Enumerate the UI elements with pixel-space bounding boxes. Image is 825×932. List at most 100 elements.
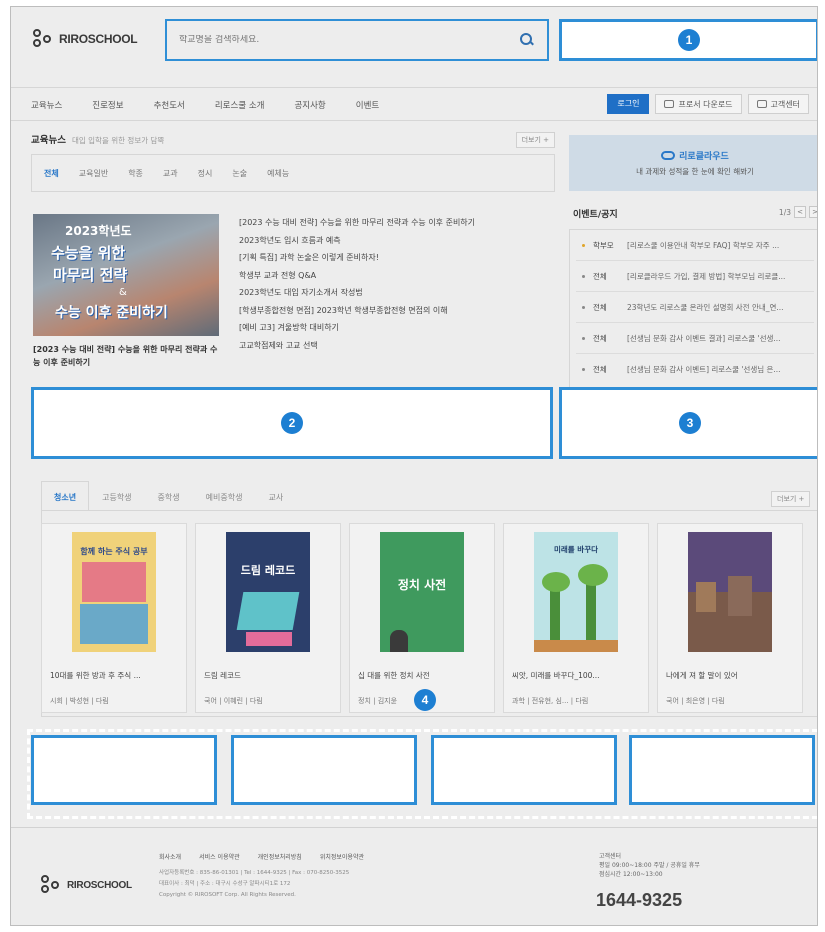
main-nav: 교육뉴스 진로정보 추천도서 리로스쿨 소개 공지사항 이벤트 로그인 프로서 … [11,87,817,121]
book-cover[interactable]: 미래를 바꾸다 [534,532,618,652]
book-cover[interactable]: 정치 사전 [380,532,464,652]
tab-high-school[interactable]: 고등학생 [89,481,144,511]
events-header: 이벤트/공지 1/3 < > [573,206,817,220]
placeholder-slot [31,735,217,805]
book-title: 십 대를 위한 정치 사전 [358,671,430,680]
book-cover[interactable]: 함께 하는 주식 공부 [72,532,156,652]
book-card[interactable]: 정치 사전 십 대를 위한 정치 사전 정치 | 김지윤 [349,523,495,713]
book-cover[interactable]: 드림 레코드 [226,532,310,652]
book-tabs: 청소년 고등학생 중학생 예비중학생 교사 [41,481,296,511]
cover-text: 함께 하는 주식 공부 [80,547,148,556]
book-card[interactable]: 미래를 바꾸다 씨앗, 미래를 바꾸다_100... 과학 | 전유현, 심..… [503,523,649,713]
header: RIROSCHOOL 1 [11,7,817,75]
event-row[interactable]: 전체 [선생님 문화 감사 이벤트 결과] 리로스쿨 '선생... [576,323,814,354]
events-pager: 1/3 < > [779,206,817,218]
footer: RIROSCHOOL 회사소개 서비스 이용약관 개인정보처리방침 위치정보이용… [11,827,817,925]
book-title: 10대를 위한 방과 후 주식 ... [50,671,141,680]
news-item[interactable]: [2023 수능 대비 전략] 수능을 위한 마무리 전략과 수능 이후 준비하… [239,217,549,235]
tab-youth[interactable]: 청소년 [41,481,90,511]
footer-info-line: 대표이사 : 최덕 | 주소 : 대구시 수성구 알파시티1로 172 [159,881,291,887]
footer-link[interactable]: 회사소개 [159,852,181,861]
logo-icon [41,875,63,895]
news-item[interactable]: 고교학점제와 고교 선택 [239,340,549,358]
book-card[interactable]: 나에게 져 할 말이 있어 국어 | 최은영 | 다림 [657,523,803,713]
book-meta: 국어 | 최은영 | 다림 [666,697,725,705]
cloud-icon [661,151,676,160]
news-item[interactable]: 학생부 교과 전형 Q&A [239,270,549,288]
event-text: [리로클라우드 가입, 결제 방법] 학부모님 리로클... [627,271,786,281]
footer-link[interactable]: 개인정보처리방침 [258,852,302,861]
book-cover[interactable] [688,532,772,652]
search-bar[interactable] [165,19,549,61]
cloud-subtitle: 내 과제와 성적을 한 눈에 확인 해봐기 [636,167,754,176]
riro-cloud-banner[interactable]: 리로클라우드 내 과제와 성적을 한 눈에 확인 해봐기 [569,135,817,191]
book-card[interactable]: 드림 레코드 드림 레코드 국어 | 이혜린 | 다림 [195,523,341,713]
nav-item-notice[interactable]: 공지사항 [294,99,325,111]
center-title: 고객센터 [599,853,622,860]
center-lunch: 점심시간 12:00~13:00 [599,871,663,878]
edu-news-section: 교육뉴스 대입 입학을 위한 정보가 담뿍 더보기 + 전체 교육일반 학종 교과… [31,132,555,192]
news-item[interactable]: [기획 특집] 과학 논술은 이렇게 준비하자! [239,252,549,270]
footer-info-line: 사업자등록번호 : 835-86-01301 | Tel : 1644-9325… [159,870,350,876]
badge-3: 3 [679,412,701,434]
support-icon [756,100,767,108]
placeholder-slot [231,735,417,805]
pager-prev-button[interactable]: < [794,206,806,218]
event-row[interactable]: 학부모 [리로스쿨 이용안내 학부모 FAQ] 학부모 자주 ... [576,230,814,261]
nav-item-news[interactable]: 교육뉴스 [31,99,62,111]
book-meta: 과학 | 전유현, 심... | 다림 [512,697,589,705]
tab-teacher[interactable]: 교사 [255,481,296,511]
events-list: 학부모 [리로스쿨 이용안내 학부모 FAQ] 학부모 자주 ... 전체 [리… [569,229,817,391]
event-text: [리로스쿨 이용안내 학부모 FAQ] 학부모 자주 ... [627,240,780,250]
event-text: [선생님 문화 감사 이벤트] 리로스쿨 '선생님 은... [627,365,781,374]
tab-essay[interactable]: 논술 [232,168,247,179]
edu-news-more-button[interactable]: 더보기 + [515,132,555,148]
bullet-icon [582,243,585,247]
nav-item-books[interactable]: 추천도서 [154,99,185,111]
footer-link[interactable]: 서비스 이용약관 [199,852,240,861]
search-input[interactable] [179,35,519,45]
bullet-icon [582,305,585,309]
support-button[interactable]: 고객센터 [747,94,809,114]
pager-next-button[interactable]: > [809,206,817,218]
nav-item-event[interactable]: 이벤트 [356,99,379,111]
book-card[interactable]: 함께 하는 주식 공부 10대를 위한 방과 후 주식 ... 시회 | 박성현… [41,523,187,713]
tab-pre-middle[interactable]: 예비중학생 [193,481,256,511]
center-hours: 평일 09:00~18:00 주말 / 공휴일 휴무 [599,862,700,869]
news-item[interactable]: 2023학년도 대입 자기소개서 작성법 [239,287,549,305]
download-label: 프로서 다운로드 [678,99,733,109]
tab-student-record[interactable]: 학종 [128,168,143,179]
event-category: 학부모 [593,240,614,250]
tab-subject[interactable]: 교과 [163,168,178,179]
edu-news-subtitle: 대입 입학을 위한 정보가 담뿍 [71,136,165,145]
login-button[interactable]: 로그인 [607,94,650,114]
placeholder-slot [629,735,815,805]
footer-link[interactable]: 위치정보이용약관 [320,852,364,861]
placeholder-region-2: 2 [31,387,553,459]
news-item[interactable]: 2023학년도 입시 흐름과 예측 [239,235,549,253]
news-item[interactable]: [예비 고3] 겨울방학 대비하기 [239,322,549,340]
tab-general[interactable]: 교육일반 [79,168,108,179]
event-category: 전체 [593,333,607,343]
event-row[interactable]: 전체 23학년도 리로스쿨 온라인 설명회 사전 안내_연... [576,292,814,323]
tab-middle-school[interactable]: 중학생 [145,481,193,511]
event-row[interactable]: 전체 [선생님 문화 감사 이벤트] 리로스쿨 '선생님 은... [576,354,814,385]
search-icon[interactable] [519,32,535,48]
featured-news-image[interactable]: 2023학년도 수능을 위한 마무리 전략 & 수능 이후 준비하기 [33,214,219,336]
nav-item-about[interactable]: 리로스쿨 소개 [215,99,265,111]
tab-regular[interactable]: 정시 [198,168,213,179]
download-button[interactable]: 프로서 다운로드 [655,94,742,114]
footer-links: 회사소개 서비스 이용약관 개인정보처리방침 위치정보이용약관 [159,852,364,861]
featured-news-caption[interactable]: [2023 수능 대비 전략] 수능을 위한 마무리 전략과 수능 이후 준비하… [33,343,223,369]
bullet-icon [582,368,585,371]
logo[interactable]: RIROSCHOOL [33,29,138,49]
book-title: 드림 레코드 [204,671,241,680]
event-row[interactable]: 전체 [리로클라우드 가입, 결제 방법] 학부모님 리로클... [576,261,814,292]
placeholder-slot [431,735,617,805]
footer-logo[interactable]: RIROSCHOOL [41,875,132,895]
nav-item-career[interactable]: 진로정보 [92,99,123,111]
news-item[interactable]: [학생부종합전형 면접] 2023학년 학생부종합전형 면접의 이해 [239,305,549,323]
tab-arts[interactable]: 예체능 [267,168,289,179]
books-more-button[interactable]: 더보기 + [771,491,811,507]
tab-all[interactable]: 전체 [44,168,59,179]
